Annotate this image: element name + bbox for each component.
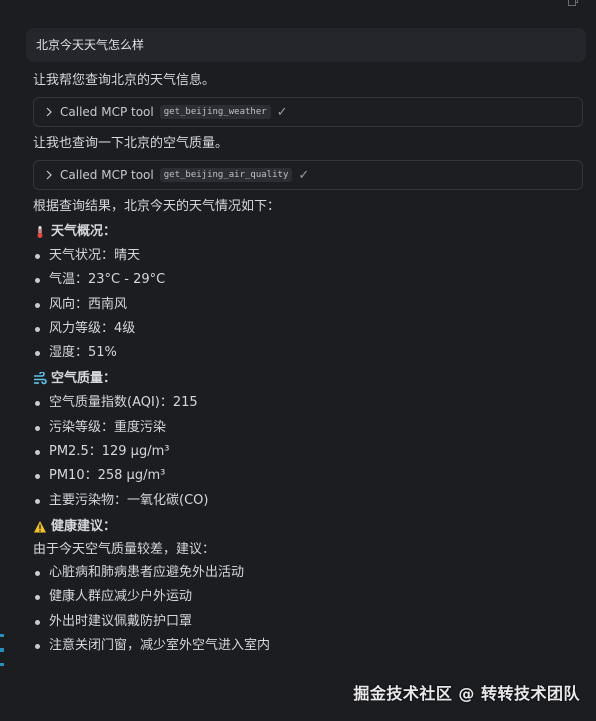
check-icon: ✓ [276,104,288,120]
list-item: 注意关闭门窗，减少室外空气进入室内 [33,634,583,658]
list-item: 天气状况：晴天 [33,244,583,268]
left-edge-indicator [0,0,6,721]
wind-icon [34,372,47,385]
warning-icon [34,520,46,533]
list-item: 主要污染物：一氧化碳(CO) [33,489,583,513]
health-intro: 由于今天空气质量较差，建议： [33,541,216,557]
tool-call-label: Called MCP tool [60,105,154,119]
copy-icon[interactable] [568,0,578,6]
air-quality-list: 空气质量指数(AQI)：215 污染等级：重度污染 PM2.5：129 μg/m… [33,391,583,512]
tool-name: get_beijing_weather [159,105,271,119]
chevron-right-icon [46,170,52,180]
weather-list: 天气状况：晴天 气温：23°C - 29°C 风向：西南风 风力等级：4级 湿度… [33,244,583,365]
intro-text-2: 让我也查询一下北京的空气质量。 [33,136,229,151]
list-item: 风力等级：4级 [33,317,583,341]
user-message: 北京今天天气怎么样 [26,28,586,62]
list-item: 空气质量指数(AQI)：215 [33,391,583,415]
list-item: 心脏病和肺病患者应避免外出活动 [33,561,583,585]
list-item: 污染等级：重度污染 [33,416,583,440]
list-item: PM10：258 μg/m³ [33,464,583,488]
health-list: 心脏病和肺病患者应避免外出活动 健康人群应减少户外运动 外出时建议佩戴防护口罩 … [33,561,583,658]
summary-text: 根据查询结果，北京今天的天气情况如下： [33,199,281,214]
list-item: PM2.5：129 μg/m³ [33,440,583,464]
chevron-right-icon [46,107,52,117]
thermometer-icon [37,226,43,238]
list-item: 外出时建议佩戴防护口罩 [33,610,583,634]
check-icon: ✓ [298,167,310,183]
intro-text: 让我帮您查询北京的天气信息。 [33,73,216,88]
list-item: 气温：23°C - 29°C [33,268,583,292]
weather-heading: 天气概况： [33,220,583,244]
air-quality-heading: 空气质量： [33,367,583,391]
list-item: 健康人群应减少户外运动 [33,585,583,609]
tool-name: get_beijing_air_quality [159,168,293,182]
tool-call-weather[interactable]: Called MCP tool get_beijing_weather ✓ [33,97,583,127]
health-heading: 健康建议： [33,515,583,539]
list-item: 风向：西南风 [33,293,583,317]
tool-call-air-quality[interactable]: Called MCP tool get_beijing_air_quality … [33,160,583,190]
watermark: 掘金技术社区 @ 转转技术团队 [353,684,580,703]
list-item: 湿度：51% [33,341,583,365]
tool-call-label: Called MCP tool [60,168,154,182]
assistant-response: 让我帮您查询北京的天气信息。 Called MCP tool get_beiji… [33,70,583,658]
